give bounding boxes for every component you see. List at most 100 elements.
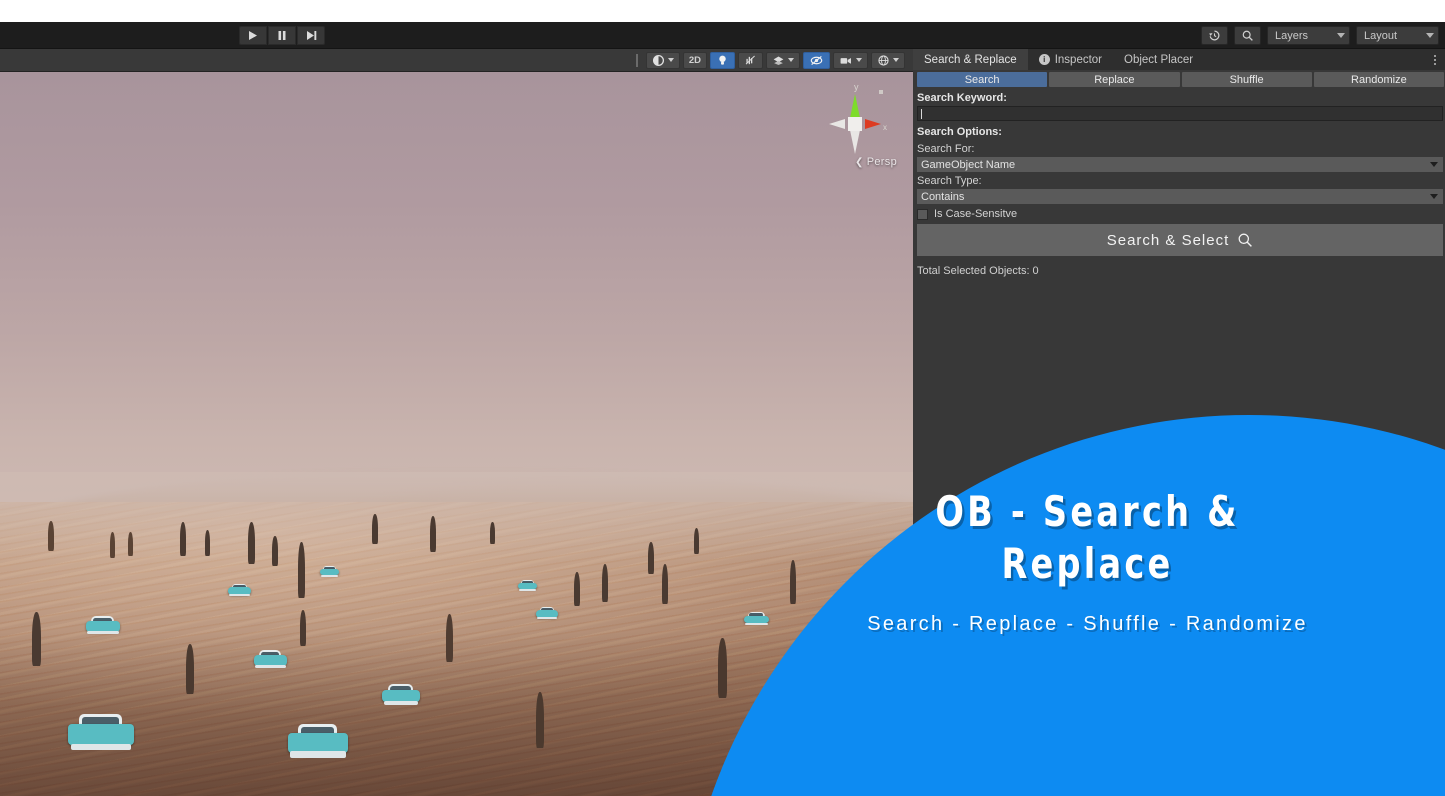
search-replace-panel: Search & Replace i Inspector Object Plac… [913, 49, 1445, 796]
vehicle [320, 566, 339, 577]
tab-label: Inspector [1055, 54, 1102, 66]
search-type-dropdown[interactable]: Contains [917, 189, 1443, 204]
vehicle [288, 724, 348, 759]
vehicle [518, 580, 537, 591]
dead-tree [862, 708, 870, 758]
dead-tree [272, 536, 278, 566]
panel-tab-bar: Search & Replace i Inspector Object Plac… [913, 49, 1445, 70]
dead-tree [248, 522, 255, 564]
dead-tree [536, 692, 544, 748]
gizmos-toggle-button[interactable] [871, 52, 905, 69]
dead-tree [32, 612, 41, 666]
toggle-scene-lighting-button[interactable] [710, 52, 735, 69]
pause-button[interactable] [268, 26, 296, 45]
play-button[interactable] [239, 26, 267, 45]
panel-body: Search Replace Shuffle Randomize Search … [913, 70, 1445, 796]
kebab-menu-icon[interactable] [1425, 49, 1445, 70]
dead-tree [180, 522, 186, 556]
persp-text: Persp [867, 156, 897, 168]
scene-viewport[interactable]: y x ❮ Persp [0, 72, 913, 796]
chevron-down-icon [1430, 194, 1438, 199]
top-white-strip [0, 0, 1445, 22]
layers-label: Layers [1275, 30, 1327, 42]
terrain-shadow [0, 632, 913, 796]
dead-tree [128, 532, 133, 556]
tab-object-placer[interactable]: Object Placer [1113, 49, 1204, 70]
chevron-down-icon [668, 58, 674, 62]
scene-fx-button[interactable] [766, 52, 800, 69]
search-and-select-label: Search & Select [1107, 232, 1230, 249]
search-for-label: Search For: [913, 140, 1445, 157]
tab-inspector[interactable]: i Inspector [1028, 49, 1113, 70]
step-button[interactable] [297, 26, 325, 45]
layout-dropdown[interactable]: Layout [1356, 26, 1439, 45]
search-keyword-input[interactable] [917, 106, 1443, 121]
dead-tree [648, 542, 654, 574]
draw-mode-button[interactable] [646, 52, 680, 69]
camera-settings-button[interactable] [833, 52, 868, 69]
search-for-dropdown[interactable]: GameObject Name [917, 157, 1443, 172]
chevron-down-icon [788, 58, 794, 62]
toggle-2d-label: 2D [689, 55, 701, 66]
vehicle [536, 607, 558, 620]
mode-search-button[interactable]: Search [917, 72, 1047, 87]
dead-tree [446, 614, 453, 662]
case-sensitive-row[interactable]: Is Case-Sensitve [913, 204, 1445, 223]
scene-panel: 2D [0, 49, 913, 796]
dead-tree [298, 542, 305, 598]
vehicle [68, 714, 134, 752]
text-caret [921, 109, 922, 119]
mode-replace-button[interactable]: Replace [1049, 72, 1179, 87]
history-icon[interactable] [1201, 26, 1228, 45]
dead-tree [186, 644, 194, 694]
search-icon [1237, 232, 1253, 248]
case-sensitive-checkbox[interactable] [917, 209, 928, 220]
dead-tree [602, 564, 608, 602]
case-sensitive-label: Is Case-Sensitve [934, 208, 1017, 220]
mode-randomize-button[interactable]: Randomize [1314, 72, 1444, 87]
search-for-value: GameObject Name [921, 159, 1015, 171]
total-selected-objects-label: Total Selected Objects: 0 [913, 256, 1445, 277]
vehicle [744, 612, 769, 626]
mode-button-group: Search Replace Shuffle Randomize [913, 70, 1445, 87]
playback-controls [239, 26, 325, 45]
editor-window: Layers Layout 2D [0, 0, 1445, 796]
layers-dropdown[interactable]: Layers [1267, 26, 1350, 45]
search-type-label: Search Type: [913, 172, 1445, 189]
mode-shuffle-button[interactable]: Shuffle [1182, 72, 1312, 87]
toolbar-right-group: Layers Layout [1201, 26, 1439, 45]
atmospheric-haze [0, 472, 913, 562]
dead-tree [110, 532, 115, 558]
search-icon[interactable] [1234, 26, 1261, 45]
tab-label: Object Placer [1124, 54, 1193, 66]
vehicle [228, 584, 251, 597]
dead-tree [372, 514, 378, 544]
svg-text:x: x [883, 123, 887, 132]
sky [0, 72, 913, 532]
toolbar-grip-icon[interactable] [636, 54, 638, 67]
vehicle [254, 650, 287, 669]
scene-view-toolbar: 2D [0, 49, 913, 72]
info-icon: i [1039, 54, 1050, 65]
toggle-hidden-objects-button[interactable] [803, 52, 830, 69]
layout-label: Layout [1364, 30, 1416, 42]
dead-tree [718, 638, 727, 698]
chevron-down-icon [1426, 33, 1434, 38]
dead-tree [662, 564, 668, 604]
dead-tree [490, 522, 495, 544]
search-type-value: Contains [921, 191, 964, 203]
dead-tree [574, 572, 580, 606]
search-and-select-button[interactable]: Search & Select [917, 224, 1443, 256]
toggle-audio-button[interactable] [738, 52, 763, 69]
vehicle [86, 616, 120, 635]
projection-mode-label[interactable]: ❮ Persp [855, 156, 897, 168]
dead-tree [205, 530, 210, 556]
tab-search-and-replace[interactable]: Search & Replace [913, 49, 1028, 70]
search-keyword-label: Search Keyword: [913, 87, 1445, 106]
toggle-2d-button[interactable]: 2D [683, 52, 707, 69]
vehicle [382, 684, 420, 706]
dead-tree [48, 521, 54, 551]
chevron-down-icon [1337, 33, 1345, 38]
dead-tree [812, 618, 819, 664]
dead-tree [790, 560, 796, 604]
